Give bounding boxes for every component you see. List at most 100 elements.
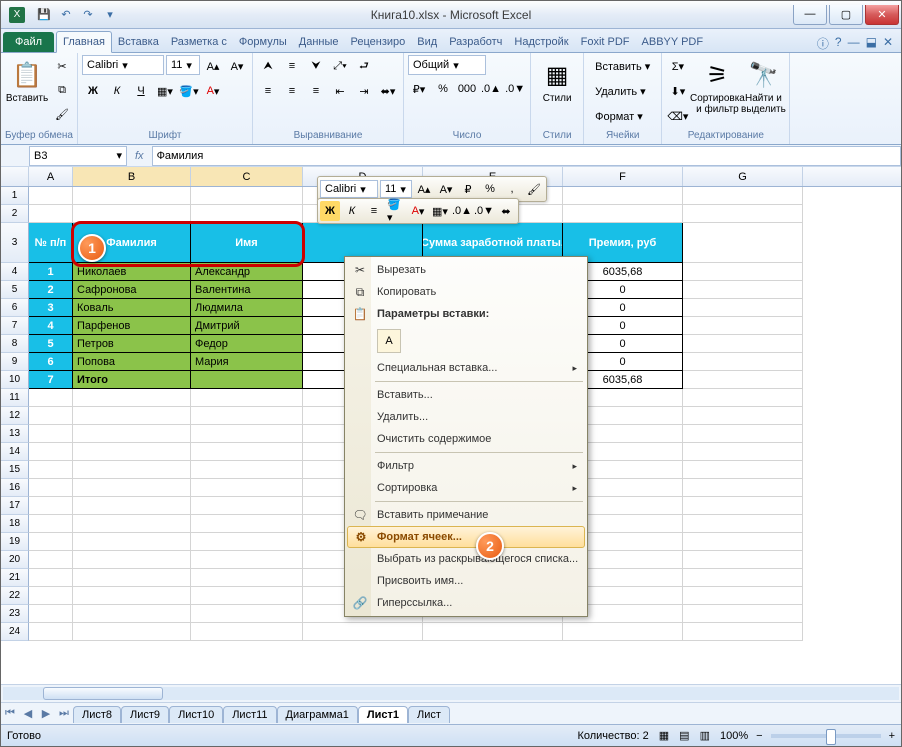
view-layout-icon[interactable]: ▤ bbox=[679, 729, 689, 742]
cell[interactable] bbox=[29, 533, 73, 551]
cell[interactable] bbox=[683, 461, 803, 479]
h-scrollbar[interactable] bbox=[1, 684, 901, 702]
zoom-minus[interactable]: − bbox=[756, 730, 762, 742]
cell[interactable] bbox=[29, 187, 73, 205]
cell[interactable]: Валентина bbox=[191, 281, 303, 299]
cell[interactable] bbox=[73, 205, 191, 223]
cell[interactable]: Попова bbox=[73, 353, 191, 371]
cell[interactable] bbox=[73, 569, 191, 587]
row-20[interactable]: 20 bbox=[1, 551, 29, 569]
cell[interactable] bbox=[423, 623, 563, 641]
tab-developer[interactable]: Разработч bbox=[443, 32, 508, 52]
cell[interactable] bbox=[191, 569, 303, 587]
find-select-button[interactable]: 🔭 Найти и выделить bbox=[741, 55, 785, 119]
insert-cells-button[interactable]: Вставить ▾ bbox=[588, 55, 657, 77]
cell[interactable] bbox=[683, 205, 803, 223]
row-13[interactable]: 13 bbox=[1, 425, 29, 443]
paste-button[interactable]: 📋 Вставить bbox=[5, 55, 49, 108]
row-7[interactable]: 7 bbox=[1, 317, 29, 335]
cell[interactable] bbox=[29, 389, 73, 407]
cell[interactable]: 6 bbox=[29, 353, 73, 371]
sheet-tab[interactable]: Лист1 bbox=[358, 706, 408, 723]
cell[interactable] bbox=[683, 371, 803, 389]
row-6[interactable]: 6 bbox=[1, 299, 29, 317]
orientation-button[interactable]: ⤢▾ bbox=[329, 55, 351, 77]
cell[interactable]: Итого bbox=[73, 371, 191, 389]
cell[interactable] bbox=[29, 551, 73, 569]
cell[interactable] bbox=[683, 533, 803, 551]
cell[interactable]: 2 bbox=[29, 281, 73, 299]
mini-comma[interactable]: , bbox=[502, 179, 522, 199]
cell[interactable]: Александр bbox=[191, 263, 303, 281]
currency-button[interactable]: ₽▾ bbox=[408, 78, 430, 100]
window-close[interactable]: ✕ bbox=[865, 5, 899, 25]
cell[interactable] bbox=[683, 281, 803, 299]
cell[interactable] bbox=[73, 187, 191, 205]
ctx-filter[interactable]: Фильтр bbox=[347, 455, 585, 477]
cell[interactable]: Людмила bbox=[191, 299, 303, 317]
mini-font-combo[interactable]: Calibri▾ bbox=[320, 180, 378, 198]
sheet-nav-last[interactable]: ⏭ bbox=[55, 707, 73, 720]
ctx-link[interactable]: 🔗Гиперссылка... bbox=[347, 592, 585, 614]
cell[interactable] bbox=[73, 605, 191, 623]
sheet-nav-next[interactable]: ▶ bbox=[37, 707, 55, 720]
cell[interactable] bbox=[73, 623, 191, 641]
cell[interactable] bbox=[29, 587, 73, 605]
zoom-plus[interactable]: + bbox=[889, 730, 895, 742]
number-format-combo[interactable]: Общий▾ bbox=[408, 55, 486, 75]
row-16[interactable]: 16 bbox=[1, 479, 29, 497]
inc-dec-button[interactable]: .0▲ bbox=[480, 78, 502, 100]
indent-inc[interactable]: ⇥ bbox=[353, 80, 375, 102]
zoom-level[interactable]: 100% bbox=[720, 730, 748, 742]
row-14[interactable]: 14 bbox=[1, 443, 29, 461]
fill-color-button[interactable]: 🪣▾ bbox=[178, 80, 200, 102]
italic-button[interactable]: К bbox=[106, 80, 128, 102]
cut-button[interactable]: ✂ bbox=[51, 55, 73, 77]
paste-values-icon[interactable]: A bbox=[377, 329, 401, 353]
cell[interactable] bbox=[683, 425, 803, 443]
mini-grow-font[interactable]: A▴ bbox=[414, 179, 434, 199]
cell[interactable] bbox=[683, 335, 803, 353]
row-12[interactable]: 12 bbox=[1, 407, 29, 425]
row-9[interactable]: 9 bbox=[1, 353, 29, 371]
mini-size-combo[interactable]: 11▾ bbox=[380, 180, 412, 198]
cell[interactable] bbox=[29, 497, 73, 515]
ribbon-restore-icon[interactable]: ⬓ bbox=[866, 35, 877, 52]
tab-review[interactable]: Рецензиро bbox=[345, 32, 412, 52]
ctx-paste-opt[interactable]: A bbox=[347, 325, 585, 357]
cell[interactable] bbox=[73, 479, 191, 497]
styles-button[interactable]: ▦ Стили bbox=[535, 55, 579, 108]
row-3[interactable]: 3 bbox=[1, 223, 29, 263]
view-break-icon[interactable]: ▥ bbox=[700, 729, 710, 742]
file-tab[interactable]: Файл bbox=[3, 32, 54, 52]
font-name-combo[interactable]: Calibri▾ bbox=[82, 55, 164, 75]
mini-format-painter[interactable]: 🖌 bbox=[524, 179, 544, 199]
cell[interactable]: Коваль bbox=[73, 299, 191, 317]
ribbon-help-icon[interactable]: ⓘ bbox=[817, 35, 829, 52]
row-10[interactable]: 10 bbox=[1, 371, 29, 389]
cell[interactable] bbox=[303, 623, 423, 641]
mini-align[interactable]: ≡ bbox=[364, 201, 384, 221]
cell[interactable] bbox=[191, 389, 303, 407]
cell[interactable] bbox=[191, 623, 303, 641]
cell[interactable] bbox=[191, 205, 303, 223]
ribbon-min-icon[interactable]: — bbox=[848, 35, 860, 52]
ribbon-close-icon[interactable]: ✕ bbox=[883, 35, 893, 52]
cell[interactable] bbox=[191, 533, 303, 551]
cell[interactable] bbox=[683, 187, 803, 205]
font-color-button[interactable]: A▾ bbox=[202, 80, 224, 102]
cell[interactable]: 1 bbox=[29, 263, 73, 281]
cell[interactable] bbox=[29, 605, 73, 623]
dec-dec-button[interactable]: .0▼ bbox=[504, 78, 526, 100]
ctx-delete[interactable]: Удалить... bbox=[347, 406, 585, 428]
cell[interactable] bbox=[191, 371, 303, 389]
border-button[interactable]: ▦▾ bbox=[154, 80, 176, 102]
cell[interactable]: 5 bbox=[29, 335, 73, 353]
ctx-copy[interactable]: ⧉Копировать bbox=[347, 281, 585, 303]
cell[interactable] bbox=[683, 623, 803, 641]
sheet-tab[interactable]: Лист9 bbox=[121, 706, 169, 723]
row-24[interactable]: 24 bbox=[1, 623, 29, 641]
cell[interactable] bbox=[191, 605, 303, 623]
window-minimize[interactable]: — bbox=[793, 5, 827, 25]
cell[interactable] bbox=[191, 587, 303, 605]
